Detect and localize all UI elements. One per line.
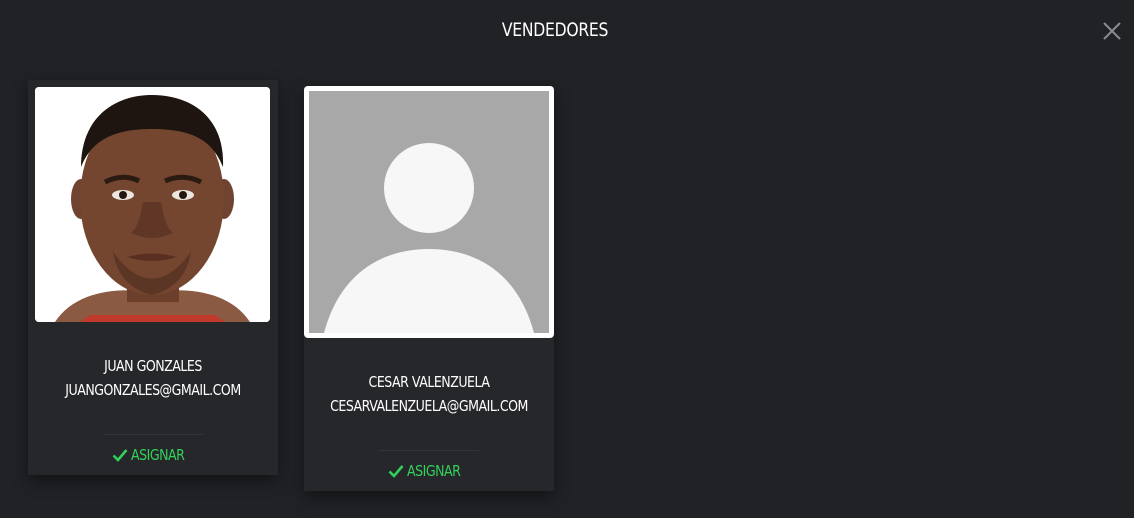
sellers-modal: VENDEDORES JUAN GONZALES JUANGONZALES@GM… — [0, 0, 1134, 518]
modal-title: VENDEDORES — [501, 19, 609, 41]
close-icon — [1103, 22, 1121, 40]
assign-label: ASIGNAR — [406, 462, 461, 480]
assign-button[interactable]: ASIGNAR — [379, 459, 479, 483]
divider — [379, 450, 479, 451]
seller-card: CESAR VALENZUELA CESARVALENZUELA@GMAIL.C… — [304, 86, 554, 491]
check-icon — [388, 465, 404, 478]
check-icon — [112, 449, 128, 462]
assign-label: ASIGNAR — [130, 446, 185, 464]
seller-photo — [35, 87, 270, 322]
assign-button[interactable]: ASIGNAR — [103, 443, 203, 467]
seller-email: CESARVALENZUELA@GMAIL.COM — [330, 397, 528, 415]
seller-name: CESAR VALENZUELA — [368, 373, 490, 391]
default-avatar-placeholder — [309, 91, 549, 333]
divider — [103, 434, 203, 435]
seller-email: JUANGONZALES@GMAIL.COM — [65, 381, 241, 399]
seller-card: JUAN GONZALES JUANGONZALES@GMAIL.COM ASI… — [28, 80, 278, 475]
close-button[interactable] — [1101, 20, 1123, 42]
person-photo — [35, 87, 270, 322]
seller-photo — [304, 86, 554, 338]
seller-name: JUAN GONZALES — [104, 357, 202, 375]
avatar-placeholder-icon — [309, 91, 549, 333]
